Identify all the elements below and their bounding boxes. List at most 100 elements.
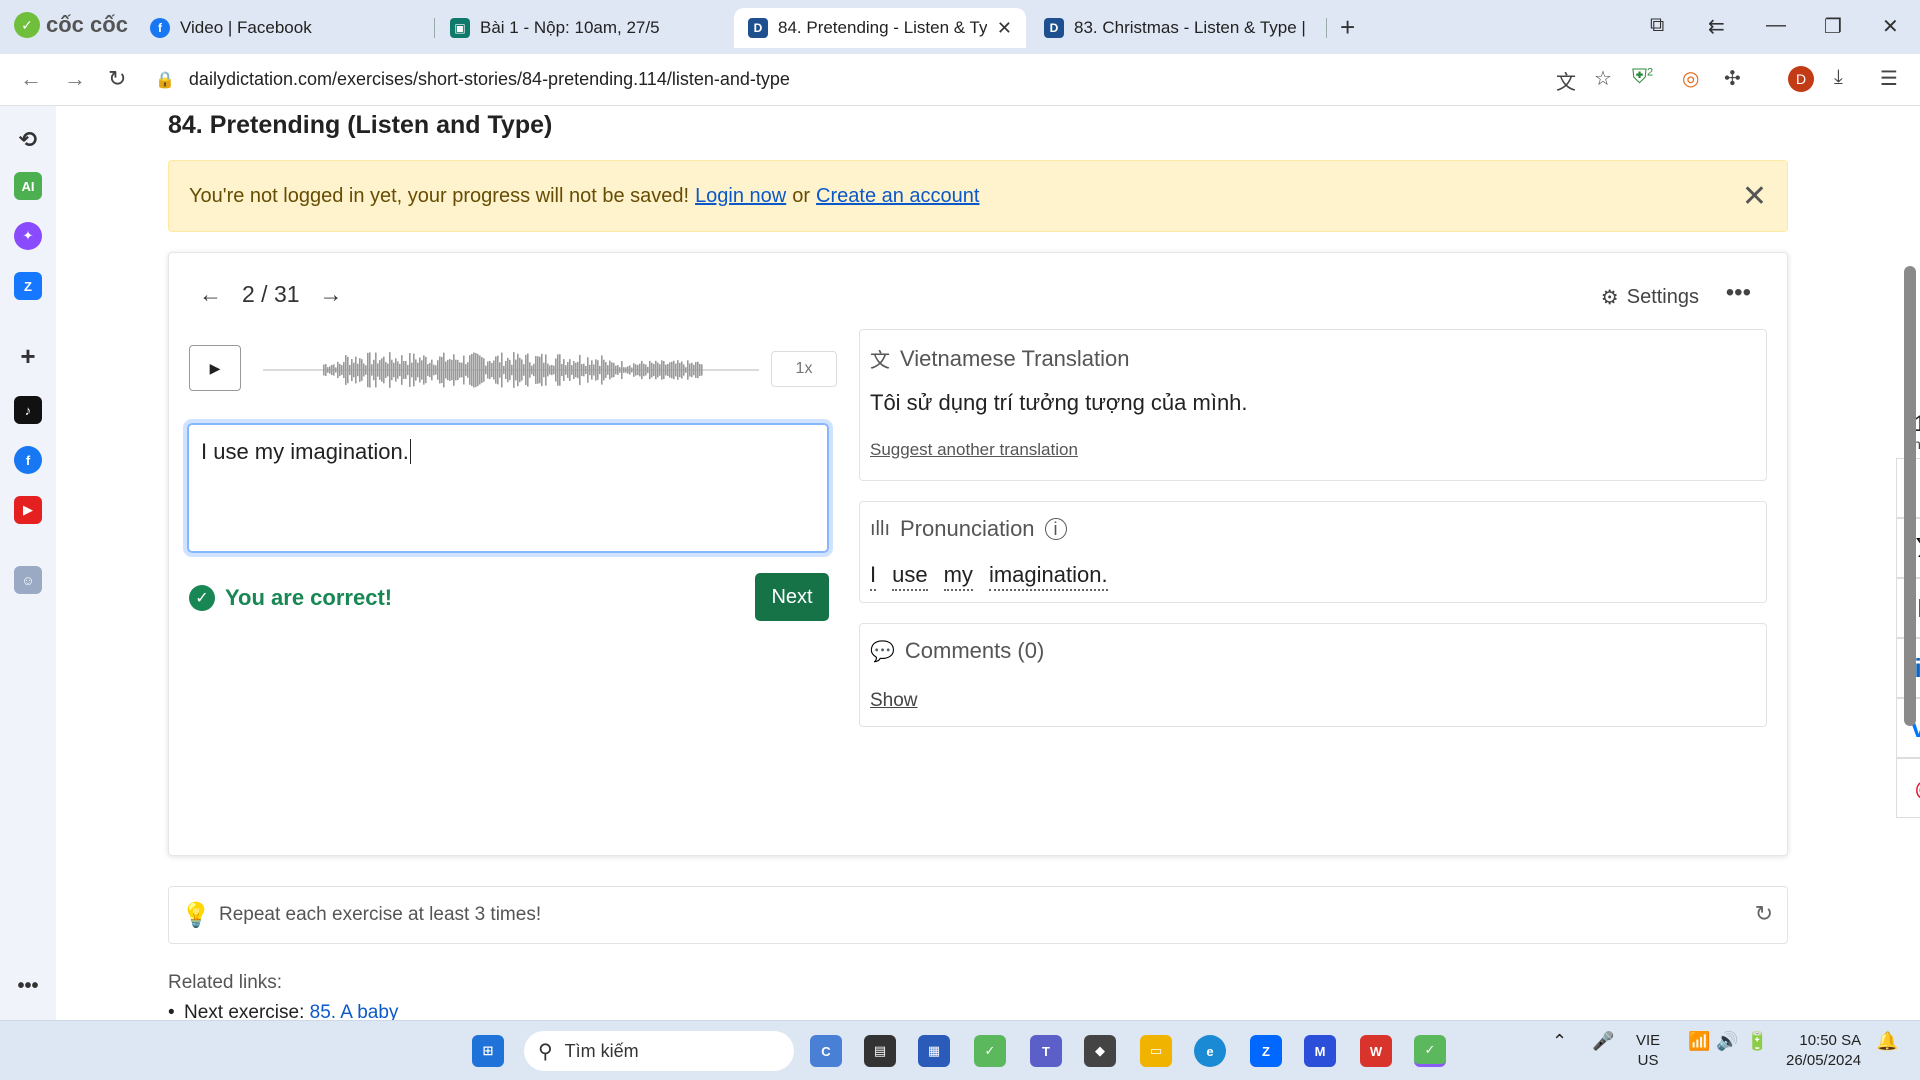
next-exercise-link[interactable]: 85. A baby [310, 1002, 399, 1020]
minimize-icon[interactable]: — [1766, 14, 1786, 37]
more-options-icon[interactable]: ••• [14, 972, 42, 1000]
close-window-icon[interactable]: ✕ [1882, 14, 1899, 39]
forward-icon[interactable]: → [64, 66, 86, 92]
login-link[interactable]: Login now [695, 185, 786, 208]
clock[interactable]: 10:50 SA 26/05/2024 [1786, 1031, 1861, 1071]
pronunciation-word[interactable]: imagination. [988, 562, 1108, 591]
translate-icon[interactable]: 文 [1556, 66, 1576, 95]
coccoc-taskbar-icon[interactable]: ✓ [974, 1035, 1006, 1067]
volume-icon[interactable]: 🔊 [1716, 1031, 1738, 1051]
browser-tab-bar: ✓ cốc cốc f Video | Facebook ▣ Bài 1 - N… [0, 0, 1920, 54]
file-explorer-icon[interactable]: ▭ [1140, 1035, 1172, 1067]
ai-assistant-icon[interactable]: AI [14, 172, 42, 200]
store-icon[interactable]: ▦ [918, 1035, 950, 1067]
coccoc-active-taskbar-icon[interactable]: ✓ [1414, 1035, 1446, 1067]
tab-search-icon[interactable]: ⇇ [1708, 14, 1725, 39]
tab-assignment[interactable]: ▣ Bài 1 - Nộp: 10am, 27/5 [436, 8, 726, 48]
create-account-link[interactable]: Create an account [816, 185, 979, 208]
back-icon[interactable]: ← [20, 66, 42, 92]
wifi-icon[interactable]: 📶 [1688, 1031, 1710, 1051]
url-field[interactable]: 🔒 dailydictation.com/exercises/short-sto… [155, 69, 790, 90]
restore-icon[interactable]: ❐ [1824, 14, 1842, 39]
teams-icon[interactable]: T [1030, 1035, 1062, 1067]
input-language[interactable]: VIE US [1636, 1031, 1660, 1071]
pronunciation-word[interactable]: my [943, 562, 973, 591]
add-sidebar-app-icon[interactable]: + [14, 341, 42, 371]
browser-sidebar: ⟲ AI ✦ Z + ♪ f ▶ ☺ ••• [0, 106, 56, 1020]
play-button[interactable]: ▶ [189, 345, 241, 391]
task-view-icon[interactable]: ▤ [864, 1035, 896, 1067]
adblock-shield-icon[interactable]: ⛨2 [1632, 66, 1653, 89]
weibo-share-icon[interactable]: ◉ [1896, 758, 1920, 818]
prev-arrow-icon[interactable]: ← [199, 281, 222, 308]
messenger-icon[interactable]: ✦ [14, 222, 42, 250]
windows-start-icon[interactable]: ⊞ [472, 1035, 504, 1067]
show-comments-link[interactable]: Show [870, 690, 918, 712]
more-options-button[interactable]: ••• [1726, 279, 1751, 307]
microphone-icon[interactable]: 🎤 [1592, 1031, 1614, 1051]
page-scrollbar[interactable] [1904, 266, 1916, 726]
answer-text: I use my imagination. [201, 439, 409, 464]
browser-brand[interactable]: ✓ cốc cốc [14, 12, 128, 38]
screen-capture-icon[interactable]: ⧉ [1650, 14, 1664, 37]
pronunciation-word[interactable]: I [870, 562, 877, 591]
tiktok-icon[interactable]: ♪ [14, 396, 42, 424]
notification-bell-icon[interactable]: 🔔 [1876, 1031, 1898, 1051]
site-info-icon[interactable]: 🔒 [155, 70, 175, 90]
suggest-translation-link[interactable]: Suggest another translation [870, 440, 1078, 460]
pronunciation-word[interactable]: use [892, 562, 928, 591]
play-icon: ▶ [209, 359, 221, 376]
zalo-icon[interactable]: Z [14, 272, 42, 300]
show-hidden-icons[interactable]: ⌃ [1552, 1031, 1567, 1051]
download-icon[interactable]: ⤓ [1834, 66, 1843, 89]
taskbar-search[interactable]: ⚲ Tìm kiếm [524, 1031, 794, 1071]
audio-player: ▶ 1x [189, 345, 837, 395]
app-icon[interactable]: ◆ [1084, 1035, 1116, 1067]
next-button[interactable]: Next [755, 573, 829, 621]
extensions-puzzle-icon[interactable]: ✣ [1724, 66, 1741, 91]
check-circle-icon: ✓ [189, 585, 215, 611]
next-arrow-icon[interactable]: → [320, 281, 343, 308]
edge-icon[interactable]: e [1194, 1035, 1226, 1067]
alert-or: or [792, 184, 811, 207]
address-bar: ← → ↻ 🔒 dailydictation.com/exercises/sho… [0, 54, 1920, 106]
reload-icon[interactable]: ↻ [108, 66, 126, 92]
answer-textarea[interactable]: I use my imagination.​ [187, 423, 829, 553]
facebook-icon: f [150, 18, 170, 38]
tab-pretending[interactable]: D 84. Pretending - Listen & Typ ✕ [734, 8, 1026, 48]
menu-icon[interactable]: ☰ [1880, 66, 1898, 91]
tab-label: Bài 1 - Nộp: 10am, 27/5 [480, 18, 660, 37]
close-tab-icon[interactable]: ✕ [997, 18, 1012, 39]
keyboard-layout: US [1637, 1052, 1659, 1069]
playback-speed-button[interactable]: 1x [771, 351, 837, 387]
url-text: dailydictation.com/exercises/short-stori… [188, 69, 790, 89]
pronunciation-heading: Pronunciation [900, 516, 1035, 541]
youtube-icon[interactable]: ▶ [14, 496, 42, 524]
new-tab-button[interactable]: + [1340, 12, 1355, 43]
visual-studio-icon[interactable]: M [1304, 1035, 1336, 1067]
bookmark-star-icon[interactable]: ☆ [1594, 66, 1612, 91]
extension-icon[interactable]: ◎ [1682, 66, 1699, 91]
wps-office-icon[interactable]: W [1360, 1035, 1392, 1067]
refresh-icon[interactable]: ↻ [1755, 901, 1773, 927]
profile-avatar[interactable]: D [1788, 66, 1814, 92]
pronunciation-words: I use my imagination. [870, 562, 1108, 591]
info-icon[interactable]: i [1044, 518, 1067, 540]
result-text: You are correct! [225, 585, 393, 610]
user-avatar-icon[interactable]: ☺ [14, 566, 42, 594]
classroom-icon: ▣ [450, 18, 470, 38]
tab-christmas[interactable]: D 83. Christmas - Listen & Type | Sh [1030, 8, 1320, 48]
battery-icon[interactable]: 🔋 [1746, 1031, 1768, 1051]
tab-label: 84. Pretending - Listen & Typ [778, 18, 987, 37]
close-alert-icon[interactable]: ✕ [1742, 179, 1767, 214]
settings-button[interactable]: ⚙ Settings [1601, 285, 1699, 310]
zalo-taskbar-icon[interactable]: Z [1250, 1035, 1282, 1067]
settings-label: Settings [1626, 286, 1699, 308]
tab-facebook[interactable]: f Video | Facebook [136, 8, 426, 48]
history-icon[interactable]: ⟲ [14, 126, 42, 154]
related-links: Related links: Next exercise: 85. A baby [168, 972, 398, 1020]
related-heading: Related links: [168, 972, 283, 993]
facebook-icon[interactable]: f [14, 446, 42, 474]
copilot-icon[interactable]: C [810, 1035, 842, 1067]
audio-waveform[interactable] [263, 345, 759, 395]
